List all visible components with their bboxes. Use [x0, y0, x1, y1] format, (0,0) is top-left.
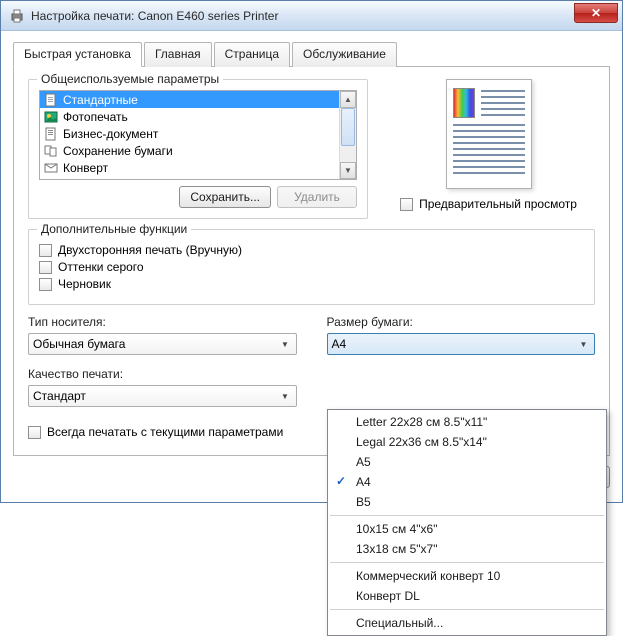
tab-quick-setup[interactable]: Быстрая установка [13, 42, 142, 67]
titlebar[interactable]: Настройка печати: Canon E460 series Prin… [1, 1, 622, 31]
chevron-down-icon: ▼ [575, 335, 592, 353]
delete-preset-button: Удалить [277, 186, 357, 208]
always-checkbox[interactable] [28, 426, 41, 439]
dropdown-separator [330, 609, 604, 610]
presets-scrollbar[interactable]: ▲ ▼ [339, 91, 356, 179]
size-option-letter[interactable]: Letter 22x28 см 8.5"x11" [328, 412, 606, 432]
window-title: Настройка печати: Canon E460 series Prin… [31, 9, 278, 23]
preview-checkbox[interactable] [400, 198, 413, 211]
dropdown-separator [330, 562, 604, 563]
always-checkbox-row[interactable]: Всегда печатать с текущими параметрами [28, 425, 283, 439]
scroll-down-button[interactable]: ▼ [340, 162, 356, 179]
paper-save-icon [43, 143, 59, 159]
size-option-legal[interactable]: Legal 22x36 см 8.5"x14" [328, 432, 606, 452]
duplex-label: Двухсторонняя печать (Вручную) [58, 243, 242, 257]
preset-item-papersave[interactable]: Сохранение бумаги [40, 142, 339, 159]
size-option-custom[interactable]: Специальный... [328, 613, 606, 633]
presets-group: Общеиспользуемые параметры Стандартные Ф… [28, 79, 368, 219]
printer-icon [9, 8, 25, 24]
quality-combobox[interactable]: Стандарт ▼ [28, 385, 297, 407]
tab-page[interactable]: Страница [214, 42, 290, 67]
size-value: A4 [332, 337, 347, 351]
scroll-up-button[interactable]: ▲ [340, 91, 356, 108]
size-combobox[interactable]: A4 ▼ [327, 333, 596, 355]
scroll-thumb[interactable] [341, 108, 355, 146]
duplex-checkbox[interactable] [39, 244, 52, 257]
presets-group-title: Общеиспользуемые параметры [37, 72, 223, 86]
duplex-checkbox-row[interactable]: Двухсторонняя печать (Вручную) [39, 243, 584, 257]
size-option-13x18[interactable]: 13x18 см 5"x7" [328, 539, 606, 559]
quality-label: Качество печати: [28, 367, 297, 381]
close-icon: ✕ [591, 6, 601, 20]
photo-icon [43, 109, 59, 125]
chevron-down-icon: ▼ [277, 387, 294, 405]
grayscale-checkbox[interactable] [39, 261, 52, 274]
extra-group-title: Дополнительные функции [37, 222, 191, 236]
business-doc-icon [43, 126, 59, 142]
size-label: Размер бумаги: [327, 315, 596, 329]
draft-checkbox[interactable] [39, 278, 52, 291]
size-option-envelope10[interactable]: Коммерческий конверт 10 [328, 566, 606, 586]
size-option-envelopedl[interactable]: Конверт DL [328, 586, 606, 606]
envelope-icon [43, 160, 59, 176]
preset-item-standard[interactable]: Стандартные [40, 91, 339, 108]
dropdown-separator [330, 515, 604, 516]
size-option-a5[interactable]: A5 [328, 452, 606, 472]
client-area: Быстрая установка Главная Страница Обслу… [1, 31, 622, 502]
preset-item-photo[interactable]: Фотопечать [40, 108, 339, 125]
preview-pane: Предварительный просмотр [382, 79, 595, 229]
size-dropdown[interactable]: Letter 22x28 см 8.5"x11" Legal 22x36 см … [327, 409, 607, 636]
print-settings-window: Настройка печати: Canon E460 series Prin… [0, 0, 623, 503]
draft-checkbox-row[interactable]: Черновик [39, 277, 584, 291]
preset-item-business[interactable]: Бизнес-документ [40, 125, 339, 142]
always-label: Всегда печатать с текущими параметрами [47, 425, 283, 439]
grayscale-label: Оттенки серого [58, 260, 144, 274]
rainbow-swatch [453, 88, 475, 118]
tab-main[interactable]: Главная [144, 42, 212, 67]
size-option-b5[interactable]: B5 [328, 492, 606, 512]
preview-checkbox-label: Предварительный просмотр [419, 197, 577, 211]
media-combobox[interactable]: Обычная бумага ▼ [28, 333, 297, 355]
draft-label: Черновик [58, 277, 111, 291]
extra-functions-group: Дополнительные функции Двухсторонняя печ… [28, 229, 595, 305]
media-value: Обычная бумага [33, 337, 125, 351]
preset-item-envelope[interactable]: Конверт [40, 159, 339, 176]
save-preset-button[interactable]: Сохранить... [179, 186, 271, 208]
presets-listbox[interactable]: Стандартные Фотопечать Бизнес-документ [39, 90, 357, 180]
chevron-down-icon: ▼ [277, 335, 294, 353]
size-option-10x15[interactable]: 10x15 см 4"x6" [328, 519, 606, 539]
size-option-a4[interactable]: ✓A4 [328, 472, 606, 492]
media-label: Тип носителя: [28, 315, 297, 329]
preview-page [446, 79, 532, 189]
document-icon [43, 92, 59, 108]
close-button[interactable]: ✕ [574, 3, 618, 23]
tab-maintenance[interactable]: Обслуживание [292, 42, 397, 67]
tab-strip: Быстрая установка Главная Страница Обслу… [13, 41, 610, 67]
preview-checkbox-row[interactable]: Предварительный просмотр [400, 197, 577, 211]
tab-content: Общеиспользуемые параметры Стандартные Ф… [13, 67, 610, 456]
quality-value: Стандарт [33, 389, 86, 403]
check-icon: ✓ [336, 474, 346, 488]
grayscale-checkbox-row[interactable]: Оттенки серого [39, 260, 584, 274]
